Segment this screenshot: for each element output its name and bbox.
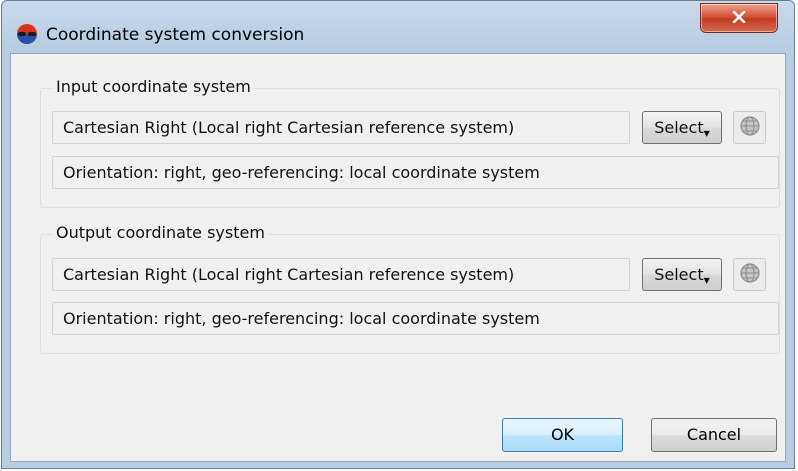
globe-icon — [739, 115, 761, 141]
dialog-window: Coordinate system conversion Input coord… — [1, 0, 795, 469]
input-select-button[interactable]: Select▼ — [642, 111, 722, 144]
dropdown-arrow-icon: ▼ — [703, 129, 710, 138]
output-info-field: Orientation: right, geo-referencing: loc… — [52, 302, 779, 335]
dialog-body: Input coordinate system Cartesian Right … — [10, 53, 786, 462]
close-button[interactable] — [700, 3, 778, 33]
title-bar[interactable]: Coordinate system conversion — [2, 1, 794, 53]
input-coordinate-group: Input coordinate system Cartesian Right … — [40, 77, 780, 208]
input-info-field: Orientation: right, geo-referencing: loc… — [52, 156, 779, 189]
app-logo-icon — [16, 23, 38, 45]
cancel-button[interactable]: Cancel — [651, 418, 777, 452]
ok-button[interactable]: OK — [502, 418, 623, 452]
output-coordinate-group: Output coordinate system Cartesian Right… — [40, 223, 780, 354]
input-group-title: Input coordinate system — [53, 77, 254, 96]
output-system-field: Cartesian Right (Local right Cartesian r… — [52, 258, 630, 291]
window-title: Coordinate system conversion — [46, 25, 305, 45]
close-icon — [732, 9, 746, 27]
input-globe-button[interactable] — [733, 111, 766, 144]
output-select-label: Select — [654, 265, 704, 284]
output-select-button[interactable]: Select▼ — [642, 258, 722, 291]
dropdown-arrow-icon: ▼ — [703, 276, 710, 285]
globe-icon — [739, 262, 761, 288]
input-select-label: Select — [654, 118, 704, 137]
output-globe-button[interactable] — [733, 258, 766, 291]
output-group-title: Output coordinate system — [53, 223, 268, 242]
input-system-field: Cartesian Right (Local right Cartesian r… — [52, 111, 630, 144]
